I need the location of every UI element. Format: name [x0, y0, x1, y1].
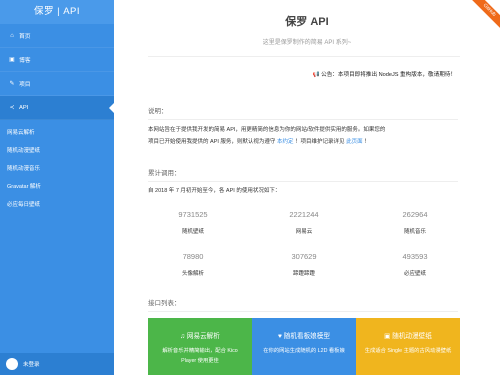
stat-item: 493593 必应壁纸	[370, 252, 460, 277]
stat-label: 蹄蹬蹄蹬	[292, 271, 315, 277]
intro-text: ！项目维护记录详见	[295, 139, 345, 145]
sidebar-item-projects[interactable]: ✎ 项目	[0, 72, 114, 96]
share-icon: ≺	[9, 105, 15, 111]
agreement-link[interactable]: 本约定	[277, 139, 294, 145]
stat-label: 必应壁纸	[403, 271, 426, 277]
stat-item: 307629 蹄蹬蹄蹬	[259, 252, 349, 277]
brand-title[interactable]: 保罗 | API	[0, 0, 114, 24]
heart-icon: ♥	[278, 333, 282, 340]
maintenance-log-link[interactable]: 此页面	[346, 139, 363, 145]
intro-line: 本网站旨在于提供我开发的简易 API，用更精简的信息为你的网站/软件提供实用的服…	[148, 127, 386, 133]
sidebar-subitem-gravatar[interactable]: Gravatar 解析	[0, 177, 114, 195]
sidebar-item-label: 博客	[19, 58, 31, 64]
sidebar-item-label: 首页	[19, 34, 31, 40]
blog-icon: ▣	[9, 57, 15, 63]
api-list-heading: 接口列表：	[148, 297, 458, 312]
sidebar-item-api[interactable]: ≺ API	[0, 96, 114, 120]
stat-value: 262964	[402, 210, 428, 219]
stat-item: 78980 头像解析	[148, 252, 238, 277]
api-card-title-text: 随机动漫壁纸	[392, 333, 432, 340]
sidebar-item-home[interactable]: ⌂ 首页	[0, 24, 114, 48]
announcement: 📢 公告：本项目即将推出 NodeJS 重构版本，敬请期待！	[312, 72, 456, 78]
sidebar: 保罗 | API ⌂ 首页 ▣ 博客 ✎ 项目 ≺ API 网易云解析 随机动漫…	[0, 0, 114, 375]
user-login-button[interactable]: 未登录	[0, 353, 114, 375]
stat-item: 2221244 网易云	[259, 210, 349, 235]
api-card-desc: 生成适合 Single 主题的古风动漫壁纸	[364, 348, 452, 354]
api-card-desc: 解析音乐并精简输出，配合 Kico Player 使用更佳	[162, 348, 238, 364]
api-card-desc: 在你的网站生成随机的 L2D 看板娘	[263, 348, 345, 354]
api-card-live2d[interactable]: ♥ 随机看板娘模型 在你的网站生成随机的 L2D 看板娘	[252, 318, 356, 375]
sidebar-subitem-anime-wallpaper[interactable]: 随机动漫壁纸	[0, 141, 114, 159]
image-icon: ▣	[384, 333, 391, 340]
stat-label: 网易云	[295, 229, 313, 235]
music-icon: ♫	[180, 333, 186, 340]
stat-label: 头像解析	[181, 271, 204, 277]
stat-value: 493593	[402, 252, 428, 261]
sidebar-subitem-anime-music[interactable]: 随机动漫音乐	[0, 159, 114, 177]
main-content: 保罗 API 这里是保罗制作的简易 API 系列~ 📢 公告：本项目即将推出 N…	[114, 0, 500, 375]
stat-value: 78980	[182, 252, 204, 261]
page-title: 保罗 API	[285, 16, 329, 28]
api-card-netease[interactable]: ♫ 网易云解析 解析音乐并精简输出，配合 Kico Player 使用更佳	[148, 318, 252, 375]
sidebar-subitem-bing[interactable]: 必应每日壁纸	[0, 195, 114, 213]
sidebar-item-label: API	[19, 104, 29, 111]
wrench-icon: ✎	[9, 81, 15, 87]
home-icon: ⌂	[10, 32, 14, 39]
user-label: 未登录	[23, 362, 40, 368]
usage-stats: 9731525 随机壁纸 2221244 网易云 262964 随机音乐 789…	[148, 210, 460, 280]
intro-text: ！	[364, 139, 370, 145]
stat-label: 随机音乐	[403, 229, 426, 235]
sidebar-nav: ⌂ 首页 ▣ 博客 ✎ 项目 ≺ API	[0, 24, 114, 120]
intro-heading: 说明：	[148, 105, 458, 120]
usage-text: 自 2018 年 7 月初开始至今，各 API 的使用状况如下：	[148, 188, 281, 194]
api-card-title: ▣ 随机动漫壁纸	[356, 330, 460, 340]
api-card-title: ♫ 网易云解析	[148, 330, 252, 340]
api-card-title-text: 网易云解析	[186, 333, 220, 340]
page-subtitle: 这里是保罗制作的简易 API 系列~	[262, 40, 352, 46]
sidebar-subitem-netease[interactable]: 网易云解析	[0, 123, 114, 141]
stat-value: 9731525	[178, 210, 208, 219]
intro-text: 项目已开始使用我提供的 API 服务，则默认视为遵守	[148, 139, 276, 145]
intro-line: 项目已开始使用我提供的 API 服务，则默认视为遵守 本约定 ！项目维护记录详见…	[148, 136, 460, 148]
stat-value: 307629	[291, 252, 317, 261]
api-card-title: ♥ 随机看板娘模型	[252, 330, 356, 340]
api-card-anime-wallpaper[interactable]: ▣ 随机动漫壁纸 生成适合 Single 主题的古风动漫壁纸	[356, 318, 460, 375]
stat-label: 随机壁纸	[181, 229, 204, 235]
usage-heading: 累计调用：	[148, 167, 458, 182]
avatar	[6, 358, 18, 370]
stat-value: 2221244	[289, 210, 319, 219]
intro-paragraph: 本网站旨在于提供我开发的简易 API，用更精简的信息为你的网站/软件提供实用的服…	[148, 124, 460, 148]
sidebar-item-blog[interactable]: ▣ 博客	[0, 48, 114, 72]
sidebar-item-label: 项目	[19, 82, 31, 88]
stat-item: 9731525 随机壁纸	[148, 210, 238, 235]
api-cards: ♫ 网易云解析 解析音乐并精简输出，配合 Kico Player 使用更佳 ♥ …	[148, 318, 460, 375]
stat-item: 262964 随机音乐	[370, 210, 460, 235]
api-card-title-text: 随机看板娘模型	[283, 333, 330, 340]
header-divider	[148, 56, 460, 57]
sidebar-submenu: 网易云解析 随机动漫壁纸 随机动漫音乐 Gravatar 解析 必应每日壁纸	[0, 123, 114, 213]
